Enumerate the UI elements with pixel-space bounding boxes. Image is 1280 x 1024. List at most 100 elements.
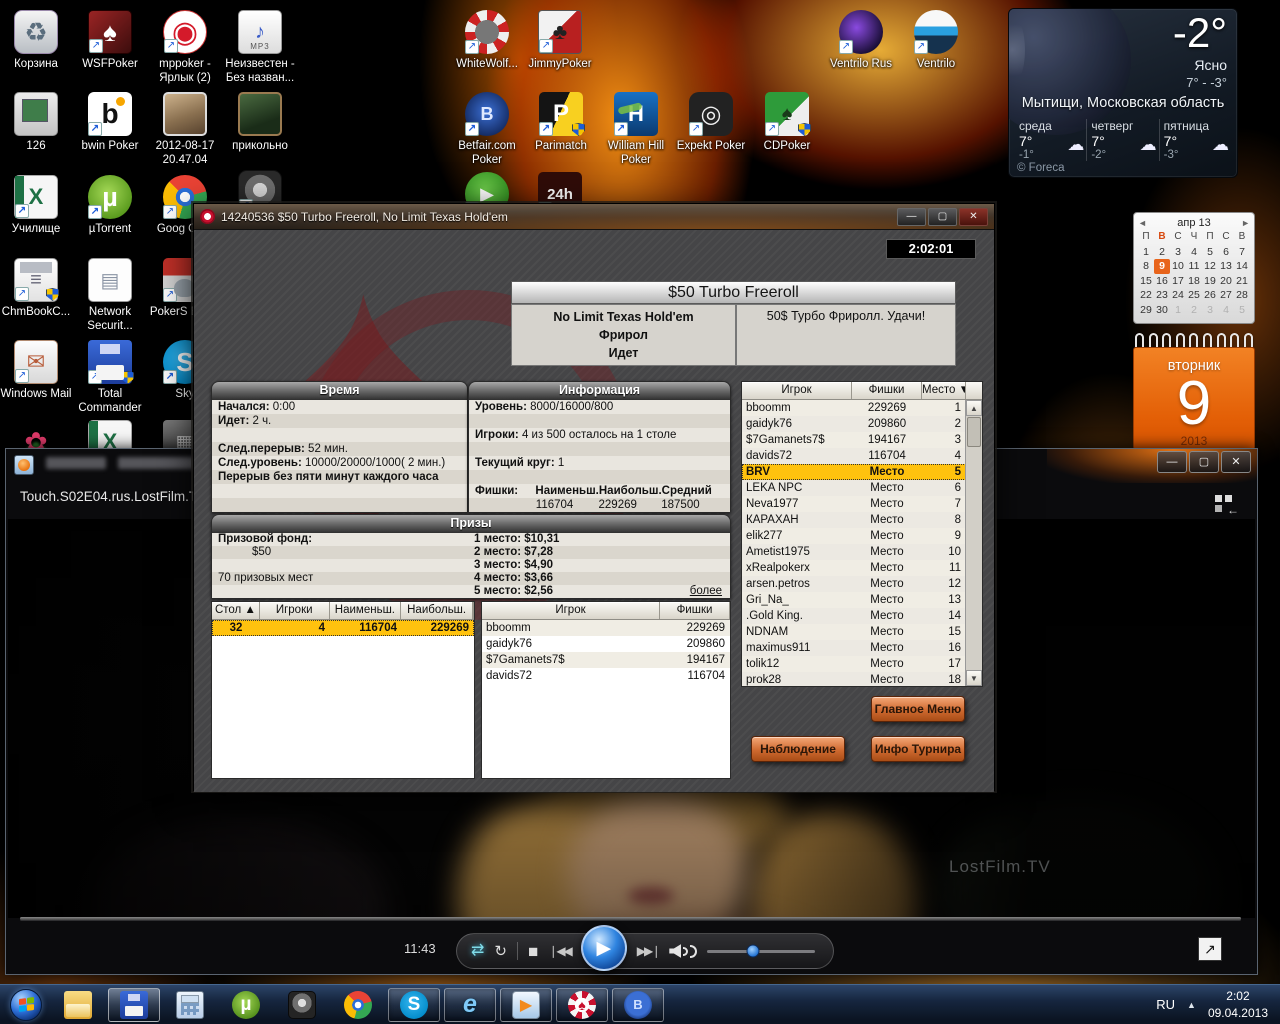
desktop-icon-william-hill[interactable]: H↗William Hill Poker bbox=[597, 92, 675, 168]
calendar-day[interactable]: 30 bbox=[1154, 303, 1170, 318]
minimize-button[interactable]: — bbox=[1157, 451, 1187, 473]
next-button[interactable]: ▶▶❘ bbox=[637, 945, 660, 957]
calendar-day[interactable]: 2 bbox=[1154, 245, 1170, 260]
calendar-day[interactable]: 16 bbox=[1154, 274, 1170, 289]
column-header-игрок[interactable]: Игрок bbox=[482, 602, 660, 619]
standings-row[interactable]: BRVМесто5 bbox=[742, 464, 982, 480]
taskbar-button-world-of-tanks[interactable] bbox=[276, 988, 328, 1022]
calendar-day[interactable]: 4 bbox=[1218, 303, 1234, 318]
player-row[interactable]: gaidyk76209860 bbox=[482, 636, 730, 652]
calendar-day[interactable]: 29 bbox=[1138, 303, 1154, 318]
desktop-icon-mppoker[interactable]: ◉↗mppoker - Ярлык (2) bbox=[146, 10, 224, 86]
minimize-button[interactable]: — bbox=[897, 208, 926, 226]
column-header-место[interactable]: Место ▼ bbox=[922, 382, 966, 399]
standings-scrollbar[interactable]: ▲ ▼ bbox=[965, 400, 982, 686]
play-button[interactable]: ▶ bbox=[581, 925, 627, 971]
standings-row[interactable]: elik277Место9 bbox=[742, 528, 982, 544]
more-prizes-link[interactable]: более bbox=[690, 585, 722, 598]
desktop-icon-ventrilo[interactable]: ↗Ventrilo bbox=[897, 10, 975, 71]
main-menu-button[interactable]: Главное Меню bbox=[871, 696, 965, 722]
calendar-day[interactable]: 28 bbox=[1234, 288, 1250, 303]
calendar-day[interactable]: 19 bbox=[1202, 274, 1218, 289]
column-header-наименьш[interactable]: Наименьш. bbox=[330, 602, 402, 619]
standings-row[interactable]: prok28Место18 bbox=[742, 672, 982, 688]
taskbar-button-betfair[interactable]: B bbox=[612, 988, 664, 1022]
desktop-icon-expekt[interactable]: ◎↗Expekt Poker bbox=[672, 92, 750, 153]
seek-bar[interactable] bbox=[20, 917, 1241, 920]
standings-row[interactable]: arsen.petrosМесто12 bbox=[742, 576, 982, 592]
desktop-icon-ventrilo-rus[interactable]: ↗Ventrilo Rus bbox=[822, 10, 900, 71]
calendar-day[interactable]: 1 bbox=[1170, 303, 1186, 318]
calendar-day[interactable]: 6 bbox=[1218, 245, 1234, 260]
desktop-icon-photo-2012[interactable]: 2012-08-17 20.47.04 bbox=[146, 92, 224, 168]
calendar-day[interactable]: 5 bbox=[1234, 303, 1250, 318]
volume-knob[interactable] bbox=[746, 945, 759, 958]
tourney-info-button[interactable]: Инфо Турнира bbox=[871, 736, 965, 762]
standings-row[interactable]: LEKA NPCМесто6 bbox=[742, 480, 982, 496]
calendar-day[interactable]: 13 bbox=[1218, 259, 1234, 274]
player-row[interactable]: davids72116704 bbox=[482, 668, 730, 684]
close-button[interactable]: ✕ bbox=[1221, 451, 1251, 473]
column-header-фишки[interactable]: Фишки bbox=[852, 382, 922, 399]
poker-lobby-window[interactable]: 14240536 $50 Turbo Freeroll, No Limit Te… bbox=[193, 203, 995, 791]
desktop-icon-chmbook[interactable]: ≡↗ChmBookC... bbox=[0, 258, 75, 319]
calendar-day[interactable]: 11 bbox=[1186, 259, 1202, 274]
calendar-day[interactable]: 7 bbox=[1234, 245, 1250, 260]
desktop-icon-jimmypoker[interactable]: ♣↗JimmyPoker bbox=[521, 10, 599, 71]
desktop-icon-bwin[interactable]: b↗bwin Poker bbox=[71, 92, 149, 153]
repeat-button[interactable]: ↻ bbox=[494, 944, 507, 959]
taskbar-button-media-player[interactable]: ▶ bbox=[500, 988, 552, 1022]
standings-row[interactable]: tolik12Место17 bbox=[742, 656, 982, 672]
maximize-button[interactable]: ▢ bbox=[928, 208, 957, 226]
standings-row[interactable]: xRealpokerxМесто11 bbox=[742, 560, 982, 576]
calendar-day[interactable]: 3 bbox=[1202, 303, 1218, 318]
close-button[interactable]: ✕ bbox=[959, 208, 988, 226]
calendar-day[interactable]: 10 bbox=[1170, 259, 1186, 274]
calendar-tearoff-page[interactable]: вторник 9 2013 bbox=[1133, 347, 1255, 450]
calendar-day[interactable]: 22 bbox=[1138, 288, 1154, 303]
column-header-стол[interactable]: Стол ▲ bbox=[212, 602, 260, 619]
taskbar-button-skype[interactable]: S bbox=[388, 988, 440, 1022]
desktop-icon-prikolno[interactable]: прикольно bbox=[221, 92, 299, 153]
taskbar-button-calculator[interactable] bbox=[164, 988, 216, 1022]
calendar-day[interactable]: 5 bbox=[1202, 245, 1218, 260]
calendar-day[interactable]: 8 bbox=[1138, 259, 1154, 274]
scroll-down-icon[interactable]: ▼ bbox=[966, 670, 982, 686]
table-row[interactable]: 324116704229269 bbox=[212, 620, 474, 636]
calendar-month-gadget[interactable]: ◄ апр 13 ► ПВСЧПСВ1234567891011121314151… bbox=[1133, 212, 1255, 324]
standings-row[interactable]: bboomm2292691 bbox=[742, 400, 982, 416]
standings-row[interactable]: Gri_Na_Место13 bbox=[742, 592, 982, 608]
taskbar-button-chrome[interactable] bbox=[332, 988, 384, 1022]
desktop-icon-cdpoker[interactable]: ♠↗CDPoker bbox=[748, 92, 826, 153]
desktop-icon-utorrent[interactable]: µ↗µTorrent bbox=[71, 175, 149, 236]
scrollbar-thumb[interactable] bbox=[967, 417, 981, 447]
calendar-next-icon[interactable]: ► bbox=[1241, 218, 1250, 228]
maximize-button[interactable]: ▢ bbox=[1189, 451, 1219, 473]
scroll-up-icon[interactable]: ▲ bbox=[966, 400, 982, 416]
standings-row[interactable]: .Gold King.Место14 bbox=[742, 608, 982, 624]
calendar-day[interactable]: 9 bbox=[1154, 259, 1170, 274]
standings-row[interactable]: NDNAMМесто15 bbox=[742, 624, 982, 640]
taskbar-button-utorrent[interactable]: µ bbox=[220, 988, 272, 1022]
desktop-icon-whitewolf[interactable]: ↗WhiteWolf... bbox=[448, 10, 526, 71]
calendar-day[interactable]: 18 bbox=[1186, 274, 1202, 289]
desktop-icon-parimatch[interactable]: P↗Parimatch bbox=[522, 92, 600, 153]
volume-slider[interactable] bbox=[707, 950, 815, 953]
calendar-day[interactable]: 24 bbox=[1170, 288, 1186, 303]
calendar-day[interactable]: 27 bbox=[1218, 288, 1234, 303]
previous-button[interactable]: ❘◀◀ bbox=[548, 945, 571, 957]
hidden-icons-arrow[interactable]: ▲ bbox=[1187, 1000, 1196, 1010]
column-header-игрок[interactable]: Игрок bbox=[742, 382, 852, 399]
desktop-icon-network[interactable]: ▤Network Securit... bbox=[71, 258, 149, 334]
calendar-day[interactable]: 20 bbox=[1218, 274, 1234, 289]
standings-row[interactable]: davids721167044 bbox=[742, 448, 982, 464]
tray-clock[interactable]: 2:02 09.04.2013 bbox=[1208, 988, 1268, 1020]
start-button[interactable] bbox=[10, 989, 42, 1021]
standings-row[interactable]: maximus911Место16 bbox=[742, 640, 982, 656]
calendar-day[interactable]: 12 bbox=[1202, 259, 1218, 274]
standings-row[interactable]: $7Gamanets7$1941673 bbox=[742, 432, 982, 448]
standings-row[interactable]: КАРАХАНМесто8 bbox=[742, 512, 982, 528]
column-header-наибольш[interactable]: Наибольш. bbox=[401, 602, 473, 619]
calendar-day[interactable]: 25 bbox=[1186, 288, 1202, 303]
poker-titlebar[interactable]: 14240536 $50 Turbo Freeroll, No Limit Te… bbox=[194, 204, 994, 230]
